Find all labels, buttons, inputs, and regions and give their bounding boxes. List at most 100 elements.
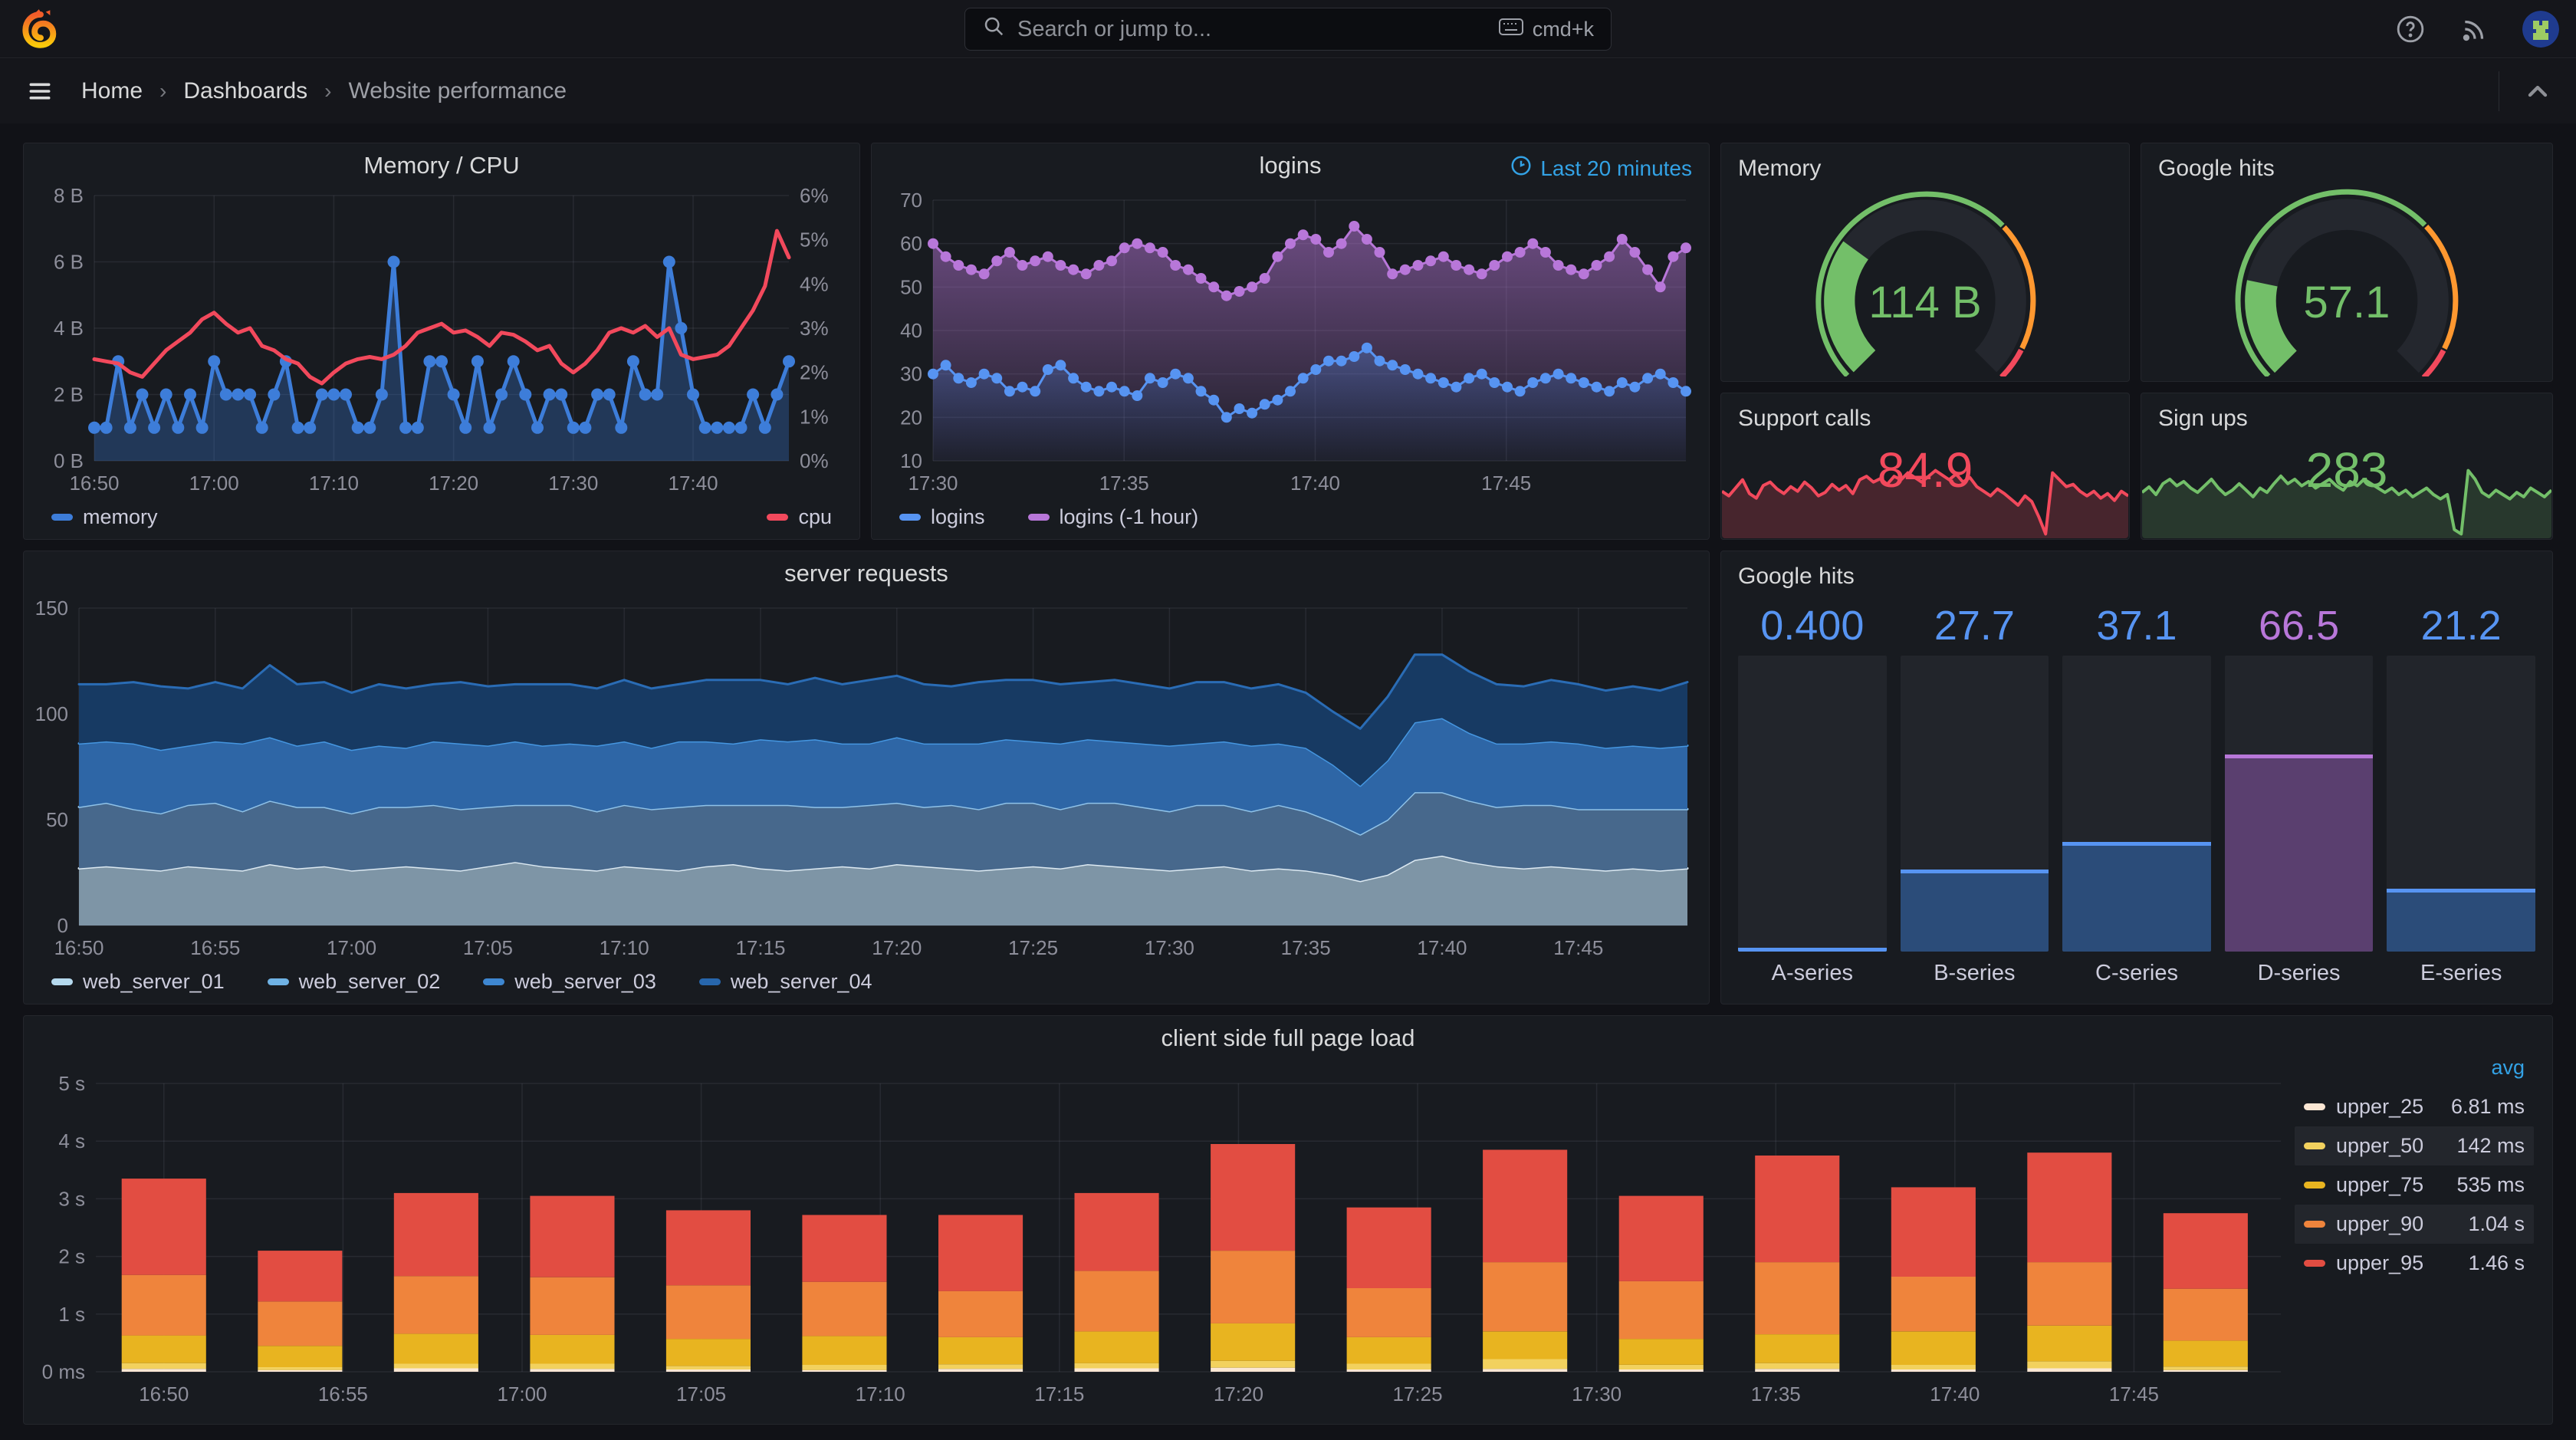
svg-text:1%: 1% [800,405,829,428]
svg-text:17:00: 17:00 [189,472,239,495]
legend-series-name: upper_90 [2336,1212,2424,1235]
svg-text:16:55: 16:55 [318,1382,368,1405]
legend-item-cpu[interactable]: cpu [767,505,832,529]
bar-gauge-column[interactable]: 37.1 C-series [2062,602,2211,995]
panel-title[interactable]: Memory / CPU [24,143,859,188]
legend-row-upper_75[interactable]: upper_75 535 ms [2295,1165,2534,1205]
server-requests-chart[interactable]: 0 50 100 150 16:50 16:55 17:00 17:05 17:10 17:15 1… [28,594,1704,962]
svg-text:30: 30 [900,363,922,386]
bar-gauge-value: 27.7 [1934,603,2015,649]
svg-text:2%: 2% [800,361,829,384]
help-icon[interactable] [2394,12,2427,46]
legend-item-logins[interactable]: logins [899,505,985,529]
panel-title[interactable]: client side full page load [24,1016,2552,1060]
svg-text:3 s: 3 s [58,1187,85,1210]
svg-text:16:55: 16:55 [190,936,240,959]
panel-title[interactable]: Memory [1721,143,1838,194]
legend-series-name: upper_25 [2336,1095,2424,1118]
legend-avg-value: 142 ms [2456,1134,2525,1157]
svg-text:0 B: 0 B [54,449,84,472]
news-rss-icon[interactable] [2458,12,2492,46]
gauge-value: 114 B [1868,277,1982,327]
series-swatch [1027,513,1050,521]
search-placeholder: Search or jump to... [1017,16,1212,41]
bar-gauge-track [1900,656,2049,952]
series-swatch [2304,1182,2325,1188]
top-navigation-bar: Search or jump to... cmd+k [0,0,2576,58]
bar-gauge-label: D-series [2257,961,2341,985]
legend-avg-value: 1.04 s [2468,1212,2525,1235]
svg-text:16:50: 16:50 [54,936,104,959]
panel-title[interactable]: Google hits [2141,143,2292,194]
svg-text:2 B: 2 B [54,383,84,406]
bar-gauge-track [2062,656,2211,952]
bar-gauge-column[interactable]: 0.400 A-series [1738,602,1887,995]
legend-row-upper_95[interactable]: upper_95 1.46 s [2295,1244,2534,1283]
menu-hamburger-icon[interactable] [23,74,57,108]
svg-text:2 s: 2 s [58,1245,85,1268]
svg-text:70: 70 [900,189,922,212]
bar-gauge-value: 21.2 [2420,603,2502,649]
collapse-chevron-up-icon[interactable] [2522,76,2553,110]
svg-text:17:40: 17:40 [1417,936,1467,959]
svg-text:60: 60 [900,232,922,255]
panel-title[interactable]: Google hits [1721,551,1871,602]
svg-text:0: 0 [58,914,68,937]
legend-item-web-server-02[interactable]: web_server_02 [267,970,440,994]
svg-text:17:35: 17:35 [1751,1382,1801,1405]
legend-row-upper_25[interactable]: upper_25 6.81 ms [2295,1087,2534,1126]
legend-avg-value: 6.81 ms [2450,1095,2525,1118]
bar-gauge-fill [1738,948,1887,952]
user-avatar[interactable] [2522,11,2559,48]
bar-gauge-column[interactable]: 27.7 B-series [1900,602,2049,995]
legend-avg-header[interactable]: avg [2295,1051,2534,1087]
svg-text:17:35: 17:35 [1099,472,1149,495]
logins-chart[interactable]: 10 20 30 40 50 60 70 17:30 17:35 17:40 17:45 [876,186,1704,498]
legend-row-upper_90[interactable]: upper_90 1.04 s [2295,1205,2534,1244]
svg-text:20: 20 [900,406,922,429]
legend-item-memory[interactable]: memory [51,505,158,529]
svg-text:4 B: 4 B [54,317,84,340]
breadcrumb-dashboards[interactable]: Dashboards [183,78,307,104]
client-page-load-chart[interactable]: 0 ms 1 s 2 s 3 s 4 s 5 s 16:50 16:55 17:00 17:05 1… [28,1059,2548,1418]
panel-title[interactable]: Sign ups [2141,393,2265,444]
legend-row-upper_50[interactable]: upper_50 142 ms [2295,1126,2534,1165]
panel-memory-gauge: Memory 114 B [1720,143,2130,382]
google-hits-bargauge[interactable]: 0.400 A-series 27.7 B-series 37.1 C-series 66.… [1738,602,2535,995]
memory-cpu-chart[interactable]: 0 B 2 B 4 B 6 B 8 B 0% 1% 2% 3% 4% 5% 6% 16:50 17:00 1… [28,184,855,498]
breadcrumb-separator: › [159,79,167,103]
grafana-logo[interactable] [20,8,61,50]
series-swatch [2304,1260,2325,1267]
bar-gauge-column[interactable]: 21.2 E-series [2387,602,2535,995]
svg-text:10: 10 [900,449,922,472]
bar-gauge-value: 37.1 [2096,603,2177,649]
svg-text:4%: 4% [800,272,829,295]
svg-text:17:05: 17:05 [463,936,513,959]
keyboard-icon [1498,18,1523,41]
legend-item-web-server-04[interactable]: web_server_04 [698,970,872,994]
legend-item-web-server-01[interactable]: web_server_01 [51,970,225,994]
bar-gauge-column[interactable]: 66.5 D-series [2224,602,2374,995]
svg-text:17:40: 17:40 [668,472,718,495]
panel-logins: logins Last 20 minutes 10 20 30 40 50 60 70 17:… [871,143,1710,540]
bar-gauge-label: A-series [1771,961,1853,985]
bar-gauge-fill [2387,889,2535,952]
panel-title[interactable]: server requests [24,551,1709,596]
breadcrumb-home[interactable]: Home [81,78,143,104]
keyboard-shortcut: cmd+k [1498,18,1594,41]
panel-server-requests: server requests 0 50 100 150 16:50 16:55 17:00… [23,551,1710,1004]
svg-text:17:10: 17:10 [856,1382,905,1405]
legend-item-logins-prev[interactable]: logins (-1 hour) [1027,505,1198,529]
svg-text:17:45: 17:45 [1553,936,1603,959]
bar-gauge-track [2387,656,2535,952]
bar-gauge-value: 0.400 [1760,603,1865,649]
legend-item-web-server-03[interactable]: web_server_03 [483,970,656,994]
series-swatch [2304,1221,2325,1228]
time-range-link[interactable]: Last 20 minutes [1510,154,1692,182]
panel-title[interactable]: Support calls [1721,393,1888,444]
svg-text:0%: 0% [800,449,829,472]
search-input[interactable]: Search or jump to... cmd+k [964,8,1612,51]
svg-text:17:35: 17:35 [1281,936,1331,959]
panel-sign-ups: Sign ups 283 [2141,393,2553,540]
svg-text:16:50: 16:50 [139,1382,189,1405]
